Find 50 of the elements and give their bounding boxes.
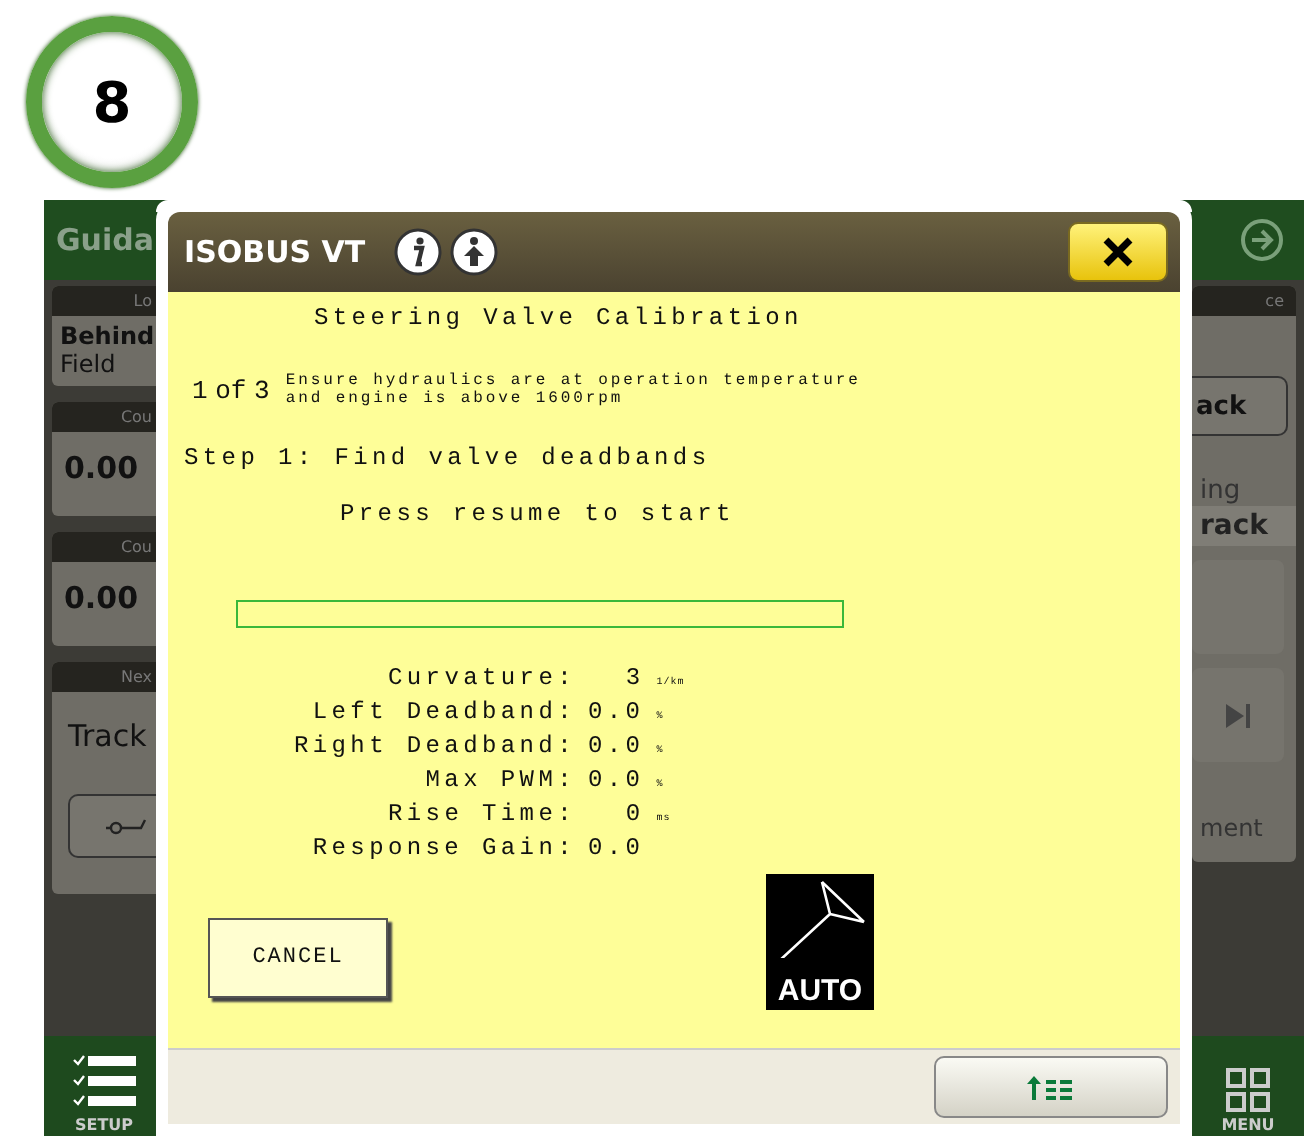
tile-button[interactable] (1192, 560, 1284, 654)
instruction-text: Press resume to start (340, 500, 737, 528)
parameter-label: Response Gain: (310, 834, 576, 862)
parameter-label: Max PWM: (423, 766, 576, 794)
card-label: ce (1265, 290, 1286, 314)
arrow-list-icon (1025, 1073, 1077, 1101)
parameter-label: Left Deadband: (310, 698, 576, 726)
auto-button[interactable]: AUTO (766, 874, 874, 1010)
list-button[interactable] (934, 1056, 1168, 1118)
close-button[interactable] (1068, 222, 1168, 282)
track-button[interactable]: ack (1192, 376, 1288, 436)
parameter-label: Right Deadband: (291, 732, 576, 760)
location-name: Behind (60, 322, 157, 350)
footer-text: ment (1200, 814, 1265, 842)
skip-forward-icon (1224, 701, 1252, 729)
note-text: Ensure hydraulics are at operation temperature (285, 372, 861, 390)
note-text: and engine is above 1600rpm (285, 390, 626, 408)
cancel-button[interactable]: CANCEL (208, 918, 388, 998)
screen-title: Guida (54, 222, 154, 258)
card-label: Cou (120, 406, 154, 430)
location-value: Field (60, 350, 118, 378)
step-text: Step 1: Find valve deadbands (184, 444, 713, 472)
step-badge: 8 (26, 16, 198, 188)
close-icon (1102, 236, 1134, 268)
card-label: Nex (121, 666, 154, 690)
parameter-value: 0.0 (588, 732, 645, 760)
arrow-right-icon (1240, 218, 1284, 262)
counter-value: 0.00 (64, 580, 141, 616)
status-text: ing (1200, 476, 1243, 506)
parameter-value: 0.0 (588, 698, 645, 726)
parameter-value: 0.0 (588, 834, 645, 862)
track-label: Track (66, 716, 149, 758)
parameter-value: 3 (623, 664, 645, 692)
card-label: Cou (120, 536, 154, 560)
card-label: Lo (133, 290, 154, 314)
hitch-icon (106, 816, 150, 836)
dialog-title: ISOBUS VT (184, 234, 366, 270)
info-icon[interactable] (393, 228, 442, 276)
grid-icon (1226, 1068, 1270, 1112)
counter-value: 0.00 (64, 450, 141, 486)
help-person-icon[interactable] (449, 228, 498, 276)
dialog-heading: Steering Valve Calibration (314, 304, 805, 332)
menu-button[interactable]: MENU (1192, 1036, 1304, 1136)
parameter-label: Rise Time: (385, 800, 576, 828)
track-row[interactable]: rack (1192, 506, 1296, 546)
parameter-label: Curvature: (385, 664, 576, 692)
step-counter: 1 of 3 (192, 375, 270, 405)
parameter-value: 0 (623, 800, 645, 828)
parameter-value: 0.0 (588, 766, 645, 794)
checklist-icon (72, 1052, 136, 1112)
